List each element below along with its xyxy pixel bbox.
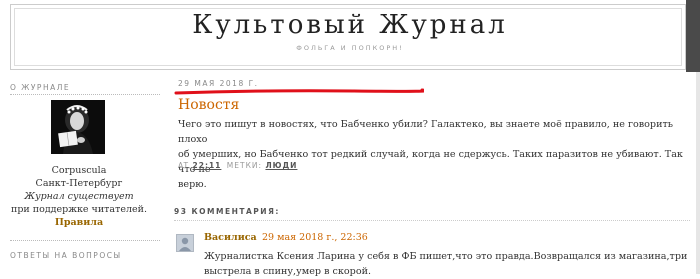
red-underline-annotation xyxy=(174,88,424,95)
about-heading: О ЖУРНАЛЕ xyxy=(10,83,71,92)
profile-name[interactable]: Corpuscula xyxy=(0,165,158,176)
post-title[interactable]: Новостя xyxy=(178,97,239,113)
profile-city: Санкт-Петербург xyxy=(35,178,123,189)
scrollbar[interactable] xyxy=(696,72,700,274)
comment-body-line: Журналистка Ксения Ларина у себя в ФБ пи… xyxy=(204,251,688,262)
answers-heading[interactable]: ОТВЕТЫ НА ВОПРОСЫ xyxy=(10,251,122,260)
divider xyxy=(174,220,690,221)
divider xyxy=(10,94,160,95)
page-edge xyxy=(686,0,700,72)
post-body-line: Чего это пишут в новостях, что Бабченко … xyxy=(178,119,673,145)
comment-body-line: выстрела в спину,умер в скорой. xyxy=(204,266,372,277)
post-body: Чего это пишут в новостях, что Бабченко … xyxy=(178,117,683,192)
rules-link[interactable]: Правила xyxy=(55,217,103,228)
post-time-link[interactable]: 22:11 xyxy=(193,161,222,170)
comment-date-link[interactable]: 29 мая 2018 г., 22:36 xyxy=(262,232,368,243)
footer-at-label: AT xyxy=(178,161,190,170)
divider xyxy=(10,240,160,241)
post-area: 29 МАЯ 2018 Г. Новостя Чего это пишут в … xyxy=(168,72,700,277)
commenter-avatar-icon xyxy=(176,234,194,252)
post-footer: AT 22:11 МЕТКИ: ЛЮДИ xyxy=(178,161,297,170)
profile-line-1: Журнал существует xyxy=(24,191,134,202)
post-body-line: верю. xyxy=(178,179,207,190)
blog-description: ФОЛЬГА И ПОПКОРН! xyxy=(296,44,404,52)
blog-header: Культовый Журнал ФОЛЬГА И ПОПКОРН! xyxy=(0,0,700,72)
comment-body: Журналистка Ксения Ларина у себя в ФБ пи… xyxy=(204,249,694,279)
profile-line-2: при поддержке читателей. xyxy=(11,204,147,215)
blog-title[interactable]: Культовый Журнал xyxy=(0,10,700,40)
comment-author[interactable]: Василиса xyxy=(204,232,257,243)
comments-heading: 93 КОММЕНТАРИЯ: xyxy=(174,207,280,216)
sidebar: О ЖУРНАЛЕ Corpuscula Санкт-Петербург Жур… xyxy=(0,72,165,274)
tag-link[interactable]: ЛЮДИ xyxy=(265,161,297,170)
footer-labels-label: МЕТКИ: xyxy=(226,161,263,170)
profile-photo[interactable] xyxy=(51,100,105,154)
